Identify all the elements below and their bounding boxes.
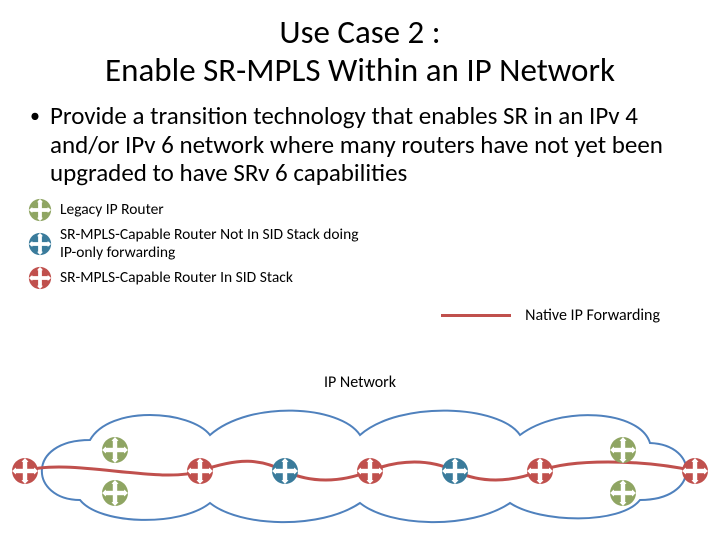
bullet-dot-icon: • [30,102,40,130]
router-node-icon [682,458,708,484]
legend-in-sid: SR-MPLS-Capable Router In SID Stack [28,266,692,290]
router-icon [28,232,52,256]
legend-legacy-label: Legacy IP Router [60,201,164,219]
router-node-icon [187,458,213,484]
router-node-icon [102,480,128,506]
router-icon [28,198,52,222]
network-diagram: IP Network [0,385,720,535]
slide-title: Use Case 2 : Enable SR-MPLS Within an IP… [28,14,692,90]
router-node-icon [442,458,468,484]
bullet-item: • Provide a transition technology that e… [28,102,692,188]
router-node-icon [357,458,383,484]
title-line-1: Use Case 2 : [279,12,440,52]
title-line-2: Enable SR-MPLS Within an IP Network [105,50,615,90]
cloud-svg [0,385,720,535]
legend-native-ip-label: Native IP Forwarding [525,306,660,325]
legend-native-ip: Native IP Forwarding [441,306,660,325]
legend-block: Legacy IP Router SR-MPLS-Capable Router … [28,198,692,290]
legend-in-sid-label: SR-MPLS-Capable Router In SID Stack [60,269,293,287]
native-ip-line-icon [441,314,511,317]
router-node-icon [527,458,553,484]
bullet-text: Provide a transition technology that ena… [50,102,692,188]
router-node-icon [12,458,38,484]
legend-legacy: Legacy IP Router [28,198,692,222]
legend-not-in-sid: SR-MPLS-Capable Router Not In SID Stack … [28,226,692,262]
router-node-icon [102,437,128,463]
router-node-icon [610,437,636,463]
router-node-icon [272,458,298,484]
cloud-label: IP Network [0,373,720,392]
slide-root: Use Case 2 : Enable SR-MPLS Within an IP… [0,0,720,540]
legend-not-in-sid-label: SR-MPLS-Capable Router Not In SID Stack … [60,226,370,262]
router-node-icon [610,480,636,506]
router-icon [28,266,52,290]
